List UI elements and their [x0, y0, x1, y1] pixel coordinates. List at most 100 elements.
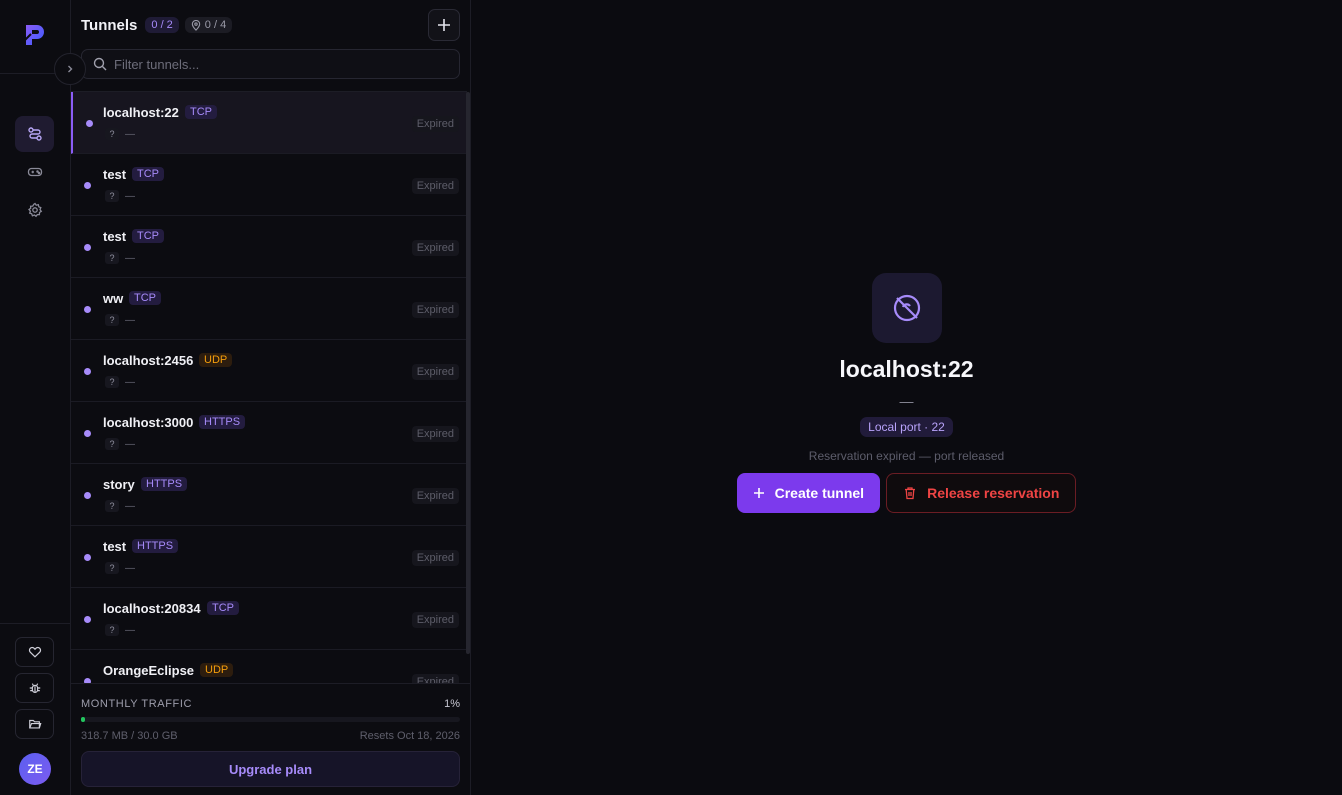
open-folder-button[interactable]: [15, 709, 54, 739]
tunnel-meta: ? —: [105, 128, 135, 140]
tunnel-row[interactable]: localhost:20834 TCP? — Expired: [71, 588, 467, 650]
status-dot: [84, 616, 91, 623]
status-dot: [84, 306, 91, 313]
tunnel-name: ww: [103, 291, 124, 306]
status-badge: Expired: [411, 674, 459, 683]
protocol-badge: TCP: [132, 229, 164, 243]
region-unknown: ?: [105, 562, 119, 574]
reservation-note: Reservation expired — port released: [808, 449, 1005, 463]
tunnel-row[interactable]: localhost:2456 UDP? — Expired: [71, 340, 467, 402]
map-pin-icon: [191, 19, 201, 31]
detail-content: localhost:22 — Local port · 22 Reservati…: [471, 273, 1342, 513]
tunnel-name: localhost:3000: [103, 415, 194, 430]
plus-icon: [753, 488, 764, 498]
release-reservation-button[interactable]: Release reservation: [886, 473, 1077, 513]
tunnel-name: story: [103, 477, 135, 492]
chevron-right-icon: [68, 65, 73, 73]
region-unknown: ?: [105, 438, 119, 450]
region-unknown: ?: [105, 624, 119, 636]
tunnel-list: localhost:22 TCP? — Expired test TCP? — Expired…: [71, 91, 467, 683]
tunnel-detail: localhost:22 — Local port · 22 Reservati…: [471, 0, 1342, 795]
tunnel-row[interactable]: ww TCP? — Expired: [71, 278, 467, 340]
tunnel-address: —: [125, 376, 135, 388]
status-dot: [84, 244, 91, 251]
tunnel-meta: ? —: [105, 190, 135, 202]
panel-header: Tunnels 0 / 2 0 / 4: [81, 9, 460, 41]
tunnel-address: —: [125, 252, 135, 264]
protocol-badge: TCP: [129, 291, 161, 305]
tunnel-address: —: [899, 393, 914, 409]
status-badge: Expired: [411, 488, 459, 504]
favorite-button[interactable]: [15, 637, 54, 667]
search-box: [81, 49, 460, 79]
tunnel-name: OrangeEclipse: [103, 663, 195, 678]
nav-games[interactable]: [15, 154, 54, 190]
tunnel-name: test: [103, 229, 127, 244]
plus-icon: [438, 19, 450, 31]
status-dot: [84, 368, 91, 375]
create-tunnel-label: Create tunnel: [774, 485, 865, 501]
nav-tunnels[interactable]: [15, 116, 54, 152]
tunnel-name: localhost:20834: [103, 601, 201, 616]
gear-icon: [27, 202, 42, 218]
status-dot: [84, 554, 91, 561]
region-unknown: ?: [105, 190, 119, 202]
tunnel-row[interactable]: localhost:3000 HTTPS? — Expired: [71, 402, 467, 464]
protocol-badge: TCP: [207, 601, 239, 615]
tunnel-address: —: [125, 128, 135, 140]
tunnel-list-panel: Tunnels 0 / 2 0 / 4 localhost:22TCP?—Exp…: [71, 0, 471, 795]
status-badge: Expired: [411, 178, 459, 194]
protocol-badge: TCP: [185, 105, 217, 119]
app-window: ZE Tunnels 0 / 2 0 / 4 localhost:22TCP?—…: [0, 0, 1342, 795]
detail-actions: Create tunnel Release reservation: [736, 473, 1077, 513]
traffic-percent: 1%: [444, 698, 460, 710]
region-unknown: ?: [105, 128, 119, 140]
nav-settings[interactable]: [15, 192, 54, 228]
region-unknown: ?: [105, 500, 119, 512]
bug-icon: [29, 683, 40, 693]
gamepad-icon: [27, 167, 42, 177]
tunnel-row[interactable]: test TCP? — Expired: [71, 216, 467, 278]
location-count-badge: 0 / 4: [184, 17, 233, 33]
release-reservation-label: Release reservation: [927, 485, 1060, 501]
page-title: Tunnels: [81, 16, 138, 34]
tunnel-address: —: [125, 438, 135, 450]
user-avatar[interactable]: ZE: [19, 753, 51, 785]
upgrade-plan-button[interactable]: Upgrade plan: [81, 751, 460, 787]
status-dot: [84, 430, 91, 437]
tunnel-name: test: [103, 539, 127, 554]
traffic-reset-date: Resets Oct 18, 2026: [359, 730, 460, 742]
location-count-text: 0 / 4: [204, 19, 227, 31]
tunnel-row[interactable]: OrangeEclipseUDP?—Expired: [71, 650, 467, 683]
tunnel-row[interactable]: story HTTPS? — Expired: [71, 464, 467, 526]
tunnel-meta: ? —: [105, 438, 135, 450]
protocol-badge: UDP: [199, 353, 233, 367]
search-input[interactable]: [114, 56, 444, 72]
protocol-badge: HTTPS: [132, 539, 179, 553]
status-badge: Expired: [411, 240, 459, 256]
add-tunnel-button[interactable]: [428, 9, 460, 41]
tunnel-row[interactable]: localhost:22 TCP? — Expired: [71, 92, 467, 154]
collapse-sidebar-button[interactable]: [54, 53, 86, 85]
region-unknown: ?: [105, 252, 119, 264]
status-dot: [86, 120, 93, 127]
local-port-badge: Local port · 22: [860, 417, 953, 437]
status-badge: Expired: [411, 426, 459, 442]
heart-icon: [28, 646, 41, 658]
list-scrollbar[interactable]: [466, 92, 470, 654]
tunnel-count-badge: 0 / 2: [145, 17, 179, 33]
status-badge: Expired: [411, 612, 459, 628]
search-icon: [93, 57, 107, 71]
tunnel-meta: ? —: [105, 252, 135, 264]
status-dot: [84, 182, 91, 189]
tunnel-row[interactable]: test TCP? — Expired: [71, 154, 467, 216]
report-bug-button[interactable]: [15, 673, 54, 703]
create-tunnel-button[interactable]: Create tunnel: [736, 473, 881, 513]
tunnel-meta: ? —: [105, 562, 135, 574]
tunnel-row[interactable]: test HTTPS? — Expired: [71, 526, 467, 588]
tunnel-meta: ? —: [105, 314, 135, 326]
nav-rail: ZE: [0, 0, 71, 795]
tunnel-meta: ? —: [105, 500, 135, 512]
traffic-progress-fill: [81, 717, 85, 722]
tunnel-name: localhost:2456: [103, 353, 194, 368]
